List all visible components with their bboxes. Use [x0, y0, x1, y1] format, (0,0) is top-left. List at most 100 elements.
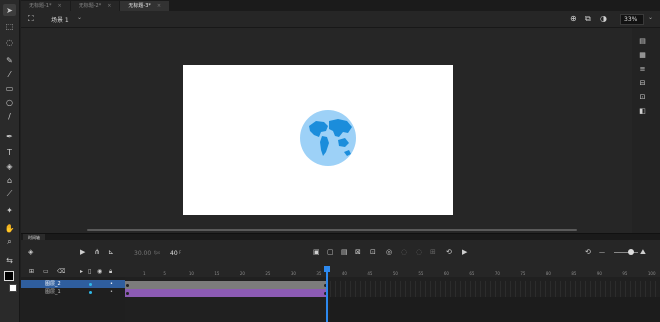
insert-frame-icon[interactable]: ▤	[341, 248, 348, 256]
pen-tool-icon[interactable]: ✒	[3, 130, 16, 142]
insert-keyframe-icon[interactable]: ▣	[313, 248, 320, 256]
color-panel-icon[interactable]: ◧	[637, 106, 648, 117]
layer-name[interactable]: 图层_1	[45, 288, 61, 296]
document-tab-active[interactable]: 无标题-3* ×	[120, 1, 171, 11]
fps-value[interactable]: 30.00	[134, 250, 151, 257]
library-icon[interactable]: ▦	[637, 50, 648, 61]
loop-icon[interactable]: ⟲	[446, 248, 452, 256]
fit-frames-icon[interactable]: ⟲	[585, 248, 591, 256]
subselection-tool-icon[interactable]: ⬚	[3, 20, 16, 32]
oval-tool-icon[interactable]: ○	[3, 96, 16, 108]
timeline-frames[interactable]: 1 5 10 15 20 25 30 35 40 45 50 55 60 65 70 75 80 85 90 95 10…	[125, 266, 660, 322]
layer-row[interactable]: 图层_1 •	[21, 288, 125, 296]
layers-stack-icon[interactable]: ≡	[637, 64, 648, 75]
ruler-frame-number: 75	[520, 271, 526, 276]
layer-name[interactable]: 图层_2	[45, 280, 61, 288]
frame-unit: F	[179, 250, 182, 255]
empty-frame-area[interactable]	[330, 297, 660, 322]
layer-lock-toggle[interactable]: •	[110, 288, 113, 296]
layer-depth-icon[interactable]: ⊾	[108, 248, 114, 256]
clear-keyframe-icon[interactable]: ⊠	[355, 248, 361, 256]
close-icon[interactable]: ×	[157, 1, 161, 11]
current-frame-value[interactable]: 40	[170, 250, 178, 257]
outline-icon[interactable]: ▯	[88, 268, 91, 275]
visibility-icon[interactable]: ◉	[97, 268, 102, 275]
transform-icon[interactable]: ⊡	[637, 92, 648, 103]
lock-icon[interactable]: 🔒︎	[109, 268, 112, 276]
eraser-tool-icon[interactable]: ▭	[3, 82, 16, 94]
onion-skin-icon[interactable]: ◌	[401, 248, 407, 256]
ruler-frame-number: 80	[545, 271, 551, 276]
paint-brush-icon[interactable]: ⁄	[3, 68, 16, 80]
frame-zoom-slider[interactable]	[614, 252, 638, 253]
fill-color-swatch[interactable]	[6, 282, 19, 294]
close-icon[interactable]: ×	[58, 1, 62, 11]
playhead-handle[interactable]	[324, 266, 330, 272]
frame-zoom-slider-knob[interactable]	[628, 249, 634, 255]
layers-icon[interactable]: ◈	[28, 248, 33, 256]
frame-span-layer-2[interactable]	[125, 281, 328, 289]
edit-multiple-icon[interactable]: ⊞	[430, 248, 436, 256]
hand-tool-icon[interactable]: ✋	[3, 222, 16, 234]
frame-ruler[interactable]: 1 5 10 15 20 25 30 35 40 45 50 55 60 65 70 75 80 85 90 95 10…	[125, 266, 660, 277]
loop-playback-icon[interactable]: ◎	[386, 248, 392, 256]
zoom-select[interactable]: 33%	[620, 14, 644, 25]
highlight-icon[interactable]: ▸	[80, 268, 83, 275]
paint-bucket-icon[interactable]: ◈	[3, 160, 16, 172]
play-icon[interactable]: ▶	[462, 248, 467, 256]
layer-color-dot[interactable]	[89, 283, 92, 286]
lasso-tool-icon[interactable]: ◌	[3, 36, 16, 48]
scene-name[interactable]: 场景 1	[51, 15, 69, 24]
onion-outline-icon[interactable]: ◌	[416, 248, 422, 256]
swap-colors-icon[interactable]: ⇆	[3, 254, 16, 266]
ruler-frame-number: 35	[316, 271, 322, 276]
create-tween-icon[interactable]: ⊡	[370, 248, 376, 256]
text-tool-icon[interactable]: T	[3, 146, 16, 158]
eyedropper-icon[interactable]: ⟋	[3, 188, 16, 200]
horizontal-scrollbar[interactable]	[87, 229, 577, 231]
motion-tween-span[interactable]	[125, 289, 328, 297]
playhead[interactable]	[326, 266, 328, 322]
mountain-icon[interactable]: ⛰	[640, 248, 646, 257]
properties-icon[interactable]: ▤	[637, 36, 648, 47]
new-folder-icon[interactable]: ▭	[43, 268, 49, 275]
chevron-down-icon[interactable]: ⌄	[77, 14, 82, 21]
layer-color-dot[interactable]	[89, 291, 92, 294]
layer-lock-toggle[interactable]: •	[110, 280, 113, 288]
document-tab[interactable]: 无标题-1* ×	[21, 1, 71, 11]
stroke-color-swatch[interactable]	[2, 270, 15, 282]
close-icon[interactable]: ×	[107, 1, 111, 11]
edit-symbols-icon[interactable]: ◑	[600, 14, 607, 23]
align-icon[interactable]: ⊟	[637, 78, 648, 89]
insert-blank-keyframe-icon[interactable]: ▢	[327, 248, 334, 256]
layer-parenting-icon[interactable]: ⋔	[94, 248, 100, 256]
timeline-panel-header: 时间轴	[21, 233, 660, 241]
empty-frame-cells[interactable]	[330, 281, 660, 297]
bone-tool-icon[interactable]: ✦	[3, 204, 16, 216]
ink-bottle-icon[interactable]: ⌂	[3, 174, 16, 186]
stage-canvas[interactable]	[183, 65, 453, 215]
camera-icon[interactable]: ▶	[80, 248, 85, 256]
delete-layer-icon[interactable]: ⌫	[57, 268, 65, 275]
globe-image[interactable]	[300, 110, 356, 166]
ruler-frame-number: 60	[443, 271, 449, 276]
ruler-frame-number: 20	[239, 271, 245, 276]
selection-tool-icon[interactable]: ➤	[3, 4, 16, 16]
keyframe-marker[interactable]	[126, 284, 129, 287]
zoom-out-icon[interactable]: —	[599, 249, 605, 256]
scene-icon: ⛶	[28, 14, 34, 23]
layer-row[interactable]: 图层_2 •	[21, 280, 125, 288]
ruler-frame-number: 1	[143, 271, 146, 276]
line-tool-icon[interactable]: /	[3, 110, 16, 122]
chevron-down-icon[interactable]: ⌄	[648, 14, 653, 21]
new-layer-icon[interactable]: ⊞	[29, 268, 34, 275]
zoom-tool-icon[interactable]: ⌕	[3, 236, 16, 248]
tab-label: 无标题-3*	[128, 3, 151, 9]
center-stage-icon[interactable]: ⊕	[570, 14, 577, 23]
zoom-value: 33%	[624, 16, 638, 23]
brush-tool-icon[interactable]: ✎	[3, 54, 16, 66]
keyframe-marker[interactable]	[126, 292, 129, 295]
clip-content-icon[interactable]: ⧉	[585, 14, 591, 24]
ruler-frame-number: 25	[265, 271, 271, 276]
document-tab[interactable]: 无标题-2* ×	[70, 1, 121, 11]
